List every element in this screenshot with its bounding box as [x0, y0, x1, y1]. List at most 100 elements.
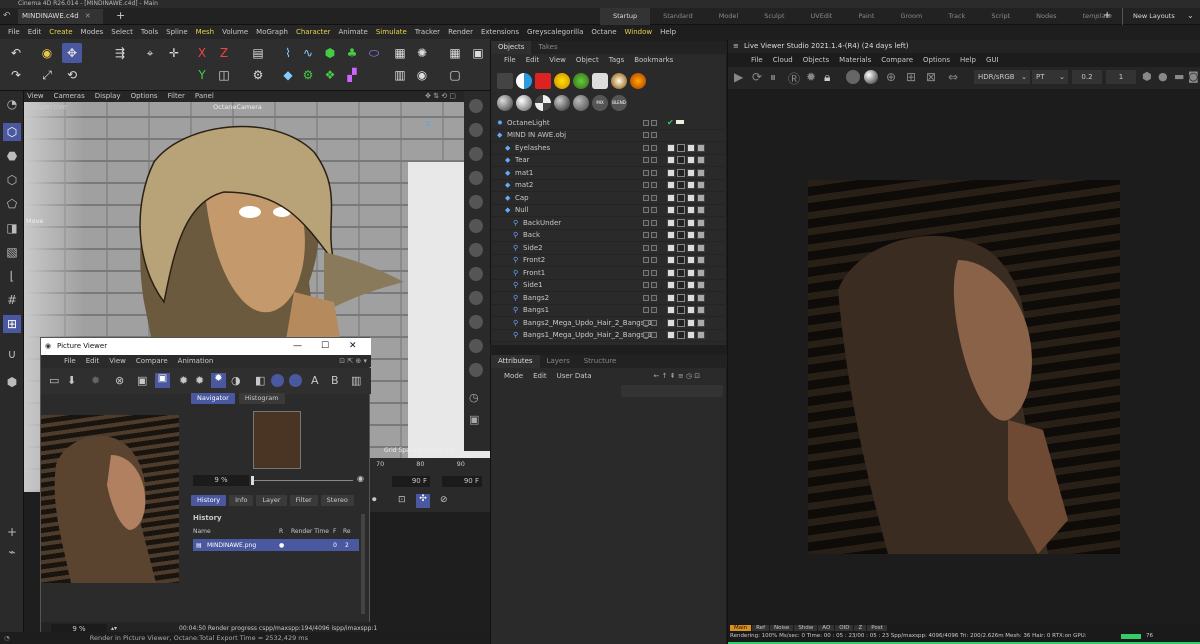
add-icon[interactable]: + — [3, 523, 21, 541]
tag-icon[interactable] — [667, 243, 675, 252]
object-tree-row[interactable]: ⚲ Bangs2 — [491, 292, 727, 305]
tag-icon[interactable] — [697, 256, 705, 265]
layout-tab-sculpt[interactable]: Sculpt — [751, 8, 797, 25]
fire-icon[interactable] — [630, 73, 646, 89]
tag-icon[interactable] — [667, 256, 675, 265]
minimize-icon[interactable]: — — [293, 338, 302, 355]
lv-menu-compare[interactable]: Compare — [876, 53, 918, 67]
object-tags[interactable] — [667, 193, 705, 202]
tab-objects[interactable]: Objects — [491, 41, 532, 54]
magnet-icon[interactable]: ∪ — [3, 345, 21, 363]
object-tree-row[interactable]: ⚲ Side2 — [491, 242, 727, 255]
object-tags[interactable] — [667, 243, 705, 252]
pass-tab-post[interactable]: Post — [867, 625, 887, 631]
tag-icon[interactable] — [667, 193, 675, 202]
visibility-toggles[interactable] — [643, 319, 657, 326]
object-tags[interactable] — [667, 156, 705, 165]
layout-tab-model[interactable]: Model — [706, 8, 752, 25]
menu-spline[interactable]: Spline — [162, 25, 192, 39]
half-sphere-icon[interactable] — [516, 73, 532, 89]
visibility-toggles[interactable] — [643, 169, 657, 176]
undo-history-icon[interactable]: ↶ — [3, 11, 11, 21]
compare-icon[interactable]: ◧ — [255, 374, 265, 387]
object-tree-row[interactable]: ⚲ Back — [491, 230, 727, 242]
tag-icon[interactable] — [667, 181, 675, 190]
object-tags[interactable] — [667, 168, 705, 177]
redo-icon[interactable]: ↷ — [6, 65, 26, 85]
visibility-toggles[interactable] — [643, 207, 657, 214]
visibility-toggles[interactable] — [643, 332, 657, 339]
region-render-icon[interactable]: Ⓡ — [788, 70, 800, 87]
pick-object-icon[interactable]: ⊠ — [926, 70, 936, 84]
objects-menu-tags[interactable]: Tags — [604, 54, 630, 67]
menu-octane[interactable]: Octane — [587, 25, 620, 39]
tag-icon[interactable] — [677, 193, 685, 202]
visibility-toggles[interactable] — [643, 144, 657, 151]
lv-menu-materials[interactable]: Materials — [834, 53, 876, 67]
object-tree-row[interactable]: ◆ Null — [491, 205, 727, 217]
tag-icon[interactable] — [687, 306, 695, 315]
tag-icon[interactable] — [687, 243, 695, 252]
object-tree-row[interactable]: ⚲ Bangs2_Mega_Updo_Hair_2_Bangs_1 — [491, 317, 727, 330]
tab-layers[interactable]: Layers — [540, 355, 577, 368]
tag-icon[interactable] — [687, 268, 695, 277]
object-tags[interactable] — [667, 318, 705, 327]
tag-icon[interactable] — [677, 156, 685, 165]
cloner-icon[interactable]: ❖ — [320, 65, 340, 85]
object-tags[interactable] — [667, 293, 705, 302]
tag-icon[interactable] — [697, 218, 705, 227]
settings-gear-icon[interactable]: ✹ — [806, 70, 816, 84]
pv-render-image[interactable] — [41, 415, 179, 583]
tag-icon[interactable] — [667, 231, 675, 240]
add-tab-icon[interactable]: + — [116, 9, 125, 22]
zoom-slider-track[interactable] — [253, 480, 353, 481]
menu-window[interactable]: Window — [621, 25, 657, 39]
menu-file[interactable]: File — [4, 25, 24, 39]
z-axis-icon[interactable]: Z — [214, 43, 234, 63]
object-tags[interactable] — [667, 181, 705, 190]
tab-attributes[interactable]: Attributes — [491, 355, 540, 368]
deformer-icon[interactable]: ⬭ — [364, 43, 384, 63]
pause-icon[interactable]: ⏸ — [770, 70, 776, 85]
pass-tab-ao[interactable]: AO — [818, 625, 835, 631]
object-tree-row[interactable]: ⚲ Front1 — [491, 267, 727, 280]
tag-icon[interactable] — [677, 243, 685, 252]
tag-icon[interactable] — [677, 231, 685, 240]
layout-tab-uvedit[interactable]: UVEdit — [798, 8, 846, 25]
object-tree-row[interactable]: ⚲ Front2 — [491, 255, 727, 267]
polygons-mode-icon[interactable]: ◨ — [3, 219, 21, 237]
end-frame-field[interactable]: 90 F — [392, 476, 430, 487]
tag-icon[interactable] — [677, 331, 685, 340]
floor-icon[interactable]: ▥ — [390, 65, 410, 85]
clock-icon[interactable]: ◷ — [469, 391, 479, 404]
object-tags[interactable]: ✔ — [667, 117, 684, 130]
object-name[interactable]: BackUnder — [523, 217, 561, 230]
lv-menu-file[interactable]: File — [746, 53, 768, 67]
glossy-material-icon[interactable] — [516, 95, 532, 111]
pv-menu-view[interactable]: View — [104, 355, 131, 367]
attributes-menu-edit[interactable]: Edit — [528, 370, 552, 383]
keyframe-icon[interactable]: ⊡ — [398, 495, 406, 505]
tag-icon[interactable] — [697, 143, 705, 152]
axis-move-icon[interactable]: ✛ — [164, 43, 184, 63]
ab-a-icon[interactable] — [271, 374, 284, 387]
menu-volume[interactable]: Volume — [218, 25, 252, 39]
tag-icon[interactable] — [687, 256, 695, 265]
octane-material-icon[interactable] — [469, 291, 483, 305]
region-icon[interactable]: ▣ — [137, 374, 147, 387]
pass-tab-oid[interactable]: OID — [835, 625, 854, 631]
object-name[interactable]: Side2 — [523, 242, 543, 255]
object-name[interactable]: mat1 — [515, 167, 533, 180]
menu-help[interactable]: Help — [656, 25, 680, 39]
tab-structure[interactable]: Structure — [577, 355, 624, 368]
pick-material-icon[interactable]: ⊞ — [906, 70, 916, 84]
object-name[interactable]: Front1 — [523, 267, 545, 280]
pv-menu-file[interactable]: File — [59, 355, 81, 367]
rotate-tool-icon[interactable]: ⟲ — [62, 65, 82, 85]
material-preview-icon[interactable] — [846, 70, 860, 84]
sun-large-icon[interactable]: ✹ — [195, 374, 204, 387]
close-icon[interactable]: ✕ — [349, 338, 357, 355]
restart-render-icon[interactable]: ⟳ — [752, 70, 762, 84]
move-tool-icon[interactable]: ✥ — [62, 43, 82, 63]
object-name[interactable]: Bangs1 — [523, 304, 549, 317]
